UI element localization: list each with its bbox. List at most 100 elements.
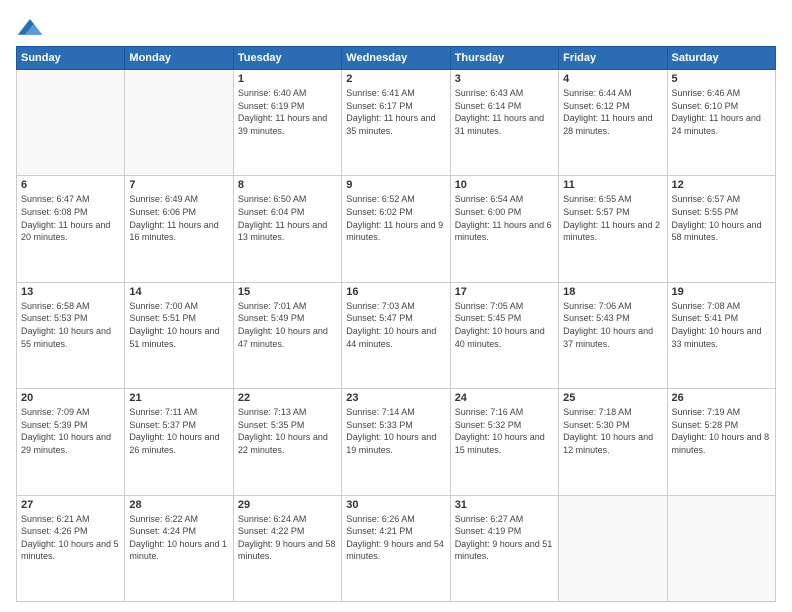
calendar-cell: 7 Sunrise: 6:49 AM Sunset: 6:06 PM Daylig… bbox=[125, 176, 233, 282]
day-detail: Sunrise: 6:41 AM Sunset: 6:17 PM Dayligh… bbox=[346, 87, 445, 137]
calendar-cell: 1Sunrise: 6:40 AM Sunset: 6:19 PM Daylig… bbox=[233, 70, 341, 176]
day-detail: Sunrise: 6:40 AM Sunset: 6:19 PM Dayligh… bbox=[238, 87, 337, 137]
day-number: 2 bbox=[346, 73, 445, 85]
day-detail: Sunrise: 7:03 AM Sunset: 5:47 PM Dayligh… bbox=[346, 300, 445, 350]
day-number: 16 bbox=[346, 286, 445, 298]
day-number: 21 bbox=[129, 392, 228, 404]
calendar-day-header: Wednesday bbox=[342, 47, 450, 70]
day-detail: Sunrise: 6:58 AM Sunset: 5:53 PM Dayligh… bbox=[21, 300, 120, 350]
calendar-week-row: 1Sunrise: 6:40 AM Sunset: 6:19 PM Daylig… bbox=[17, 70, 776, 176]
day-detail: Sunrise: 7:01 AM Sunset: 5:49 PM Dayligh… bbox=[238, 300, 337, 350]
calendar-cell: 15 Sunrise: 7:01 AM Sunset: 5:49 PM Dayli… bbox=[233, 282, 341, 388]
day-number: 14 bbox=[129, 286, 228, 298]
day-number: 19 bbox=[672, 286, 771, 298]
calendar-cell: 20 Sunrise: 7:09 AM Sunset: 5:39 PM Dayli… bbox=[17, 389, 125, 495]
calendar-week-row: 6 Sunrise: 6:47 AM Sunset: 6:08 PM Daylig… bbox=[17, 176, 776, 282]
logo-icon bbox=[16, 12, 44, 40]
day-detail: Sunrise: 6:24 AM Sunset: 4:22 PM Dayligh… bbox=[238, 513, 337, 563]
calendar-cell: 17Sunrise: 7:05 AM Sunset: 5:45 PM Dayli… bbox=[450, 282, 558, 388]
day-number: 11 bbox=[563, 179, 662, 191]
calendar-cell: 10 Sunrise: 6:54 AM Sunset: 6:00 PM Dayli… bbox=[450, 176, 558, 282]
calendar-cell: 19 Sunrise: 7:08 AM Sunset: 5:41 PM Dayli… bbox=[667, 282, 775, 388]
calendar-cell: 3 Sunrise: 6:43 AM Sunset: 6:14 PM Daylig… bbox=[450, 70, 558, 176]
calendar-day-header: Saturday bbox=[667, 47, 775, 70]
day-number: 12 bbox=[672, 179, 771, 191]
calendar-cell: 30Sunrise: 6:26 AM Sunset: 4:21 PM Dayli… bbox=[342, 495, 450, 601]
day-number: 7 bbox=[129, 179, 228, 191]
calendar-cell: 16 Sunrise: 7:03 AM Sunset: 5:47 PM Dayli… bbox=[342, 282, 450, 388]
day-number: 20 bbox=[21, 392, 120, 404]
day-detail: Sunrise: 7:11 AM Sunset: 5:37 PM Dayligh… bbox=[129, 406, 228, 456]
calendar-week-row: 20 Sunrise: 7:09 AM Sunset: 5:39 PM Dayli… bbox=[17, 389, 776, 495]
day-number: 25 bbox=[563, 392, 662, 404]
day-detail: Sunrise: 6:55 AM Sunset: 5:57 PM Dayligh… bbox=[563, 193, 662, 243]
calendar-cell: 4 Sunrise: 6:44 AM Sunset: 6:12 PM Daylig… bbox=[559, 70, 667, 176]
day-number: 26 bbox=[672, 392, 771, 404]
day-number: 31 bbox=[455, 499, 554, 511]
calendar-cell: 12Sunrise: 6:57 AM Sunset: 5:55 PM Dayli… bbox=[667, 176, 775, 282]
day-detail: Sunrise: 7:18 AM Sunset: 5:30 PM Dayligh… bbox=[563, 406, 662, 456]
day-detail: Sunrise: 7:13 AM Sunset: 5:35 PM Dayligh… bbox=[238, 406, 337, 456]
calendar-cell: 31 Sunrise: 6:27 AM Sunset: 4:19 PM Dayli… bbox=[450, 495, 558, 601]
calendar-cell: 21 Sunrise: 7:11 AM Sunset: 5:37 PM Dayli… bbox=[125, 389, 233, 495]
calendar-day-header: Thursday bbox=[450, 47, 558, 70]
calendar-day-header: Sunday bbox=[17, 47, 125, 70]
day-detail: Sunrise: 6:44 AM Sunset: 6:12 PM Dayligh… bbox=[563, 87, 662, 137]
day-detail: Sunrise: 6:27 AM Sunset: 4:19 PM Dayligh… bbox=[455, 513, 554, 563]
calendar-day-header: Tuesday bbox=[233, 47, 341, 70]
day-number: 18 bbox=[563, 286, 662, 298]
calendar-cell: 28 Sunrise: 6:22 AM Sunset: 4:24 PM Dayli… bbox=[125, 495, 233, 601]
day-detail: Sunrise: 6:43 AM Sunset: 6:14 PM Dayligh… bbox=[455, 87, 554, 137]
day-number: 30 bbox=[346, 499, 445, 511]
day-number: 23 bbox=[346, 392, 445, 404]
calendar-cell bbox=[17, 70, 125, 176]
day-number: 22 bbox=[238, 392, 337, 404]
day-detail: Sunrise: 6:49 AM Sunset: 6:06 PM Dayligh… bbox=[129, 193, 228, 243]
day-number: 28 bbox=[129, 499, 228, 511]
day-detail: Sunrise: 7:19 AM Sunset: 5:28 PM Dayligh… bbox=[672, 406, 771, 456]
calendar-cell: 5 Sunrise: 6:46 AM Sunset: 6:10 PM Daylig… bbox=[667, 70, 775, 176]
calendar-cell bbox=[125, 70, 233, 176]
logo bbox=[16, 12, 48, 40]
day-detail: Sunrise: 7:09 AM Sunset: 5:39 PM Dayligh… bbox=[21, 406, 120, 456]
calendar-header-row: SundayMondayTuesdayWednesdayThursdayFrid… bbox=[17, 47, 776, 70]
day-detail: Sunrise: 6:52 AM Sunset: 6:02 PM Dayligh… bbox=[346, 193, 445, 243]
day-number: 3 bbox=[455, 73, 554, 85]
calendar-cell: 23 Sunrise: 7:14 AM Sunset: 5:33 PM Dayli… bbox=[342, 389, 450, 495]
calendar-cell: 24Sunrise: 7:16 AM Sunset: 5:32 PM Dayli… bbox=[450, 389, 558, 495]
day-detail: Sunrise: 7:08 AM Sunset: 5:41 PM Dayligh… bbox=[672, 300, 771, 350]
calendar-table: SundayMondayTuesdayWednesdayThursdayFrid… bbox=[16, 46, 776, 602]
day-detail: Sunrise: 7:00 AM Sunset: 5:51 PM Dayligh… bbox=[129, 300, 228, 350]
day-detail: Sunrise: 6:46 AM Sunset: 6:10 PM Dayligh… bbox=[672, 87, 771, 137]
day-number: 10 bbox=[455, 179, 554, 191]
calendar-cell: 11 Sunrise: 6:55 AM Sunset: 5:57 PM Dayli… bbox=[559, 176, 667, 282]
day-detail: Sunrise: 6:47 AM Sunset: 6:08 PM Dayligh… bbox=[21, 193, 120, 243]
day-number: 6 bbox=[21, 179, 120, 191]
day-number: 8 bbox=[238, 179, 337, 191]
day-number: 24 bbox=[455, 392, 554, 404]
day-number: 27 bbox=[21, 499, 120, 511]
day-detail: Sunrise: 6:54 AM Sunset: 6:00 PM Dayligh… bbox=[455, 193, 554, 243]
day-detail: Sunrise: 6:22 AM Sunset: 4:24 PM Dayligh… bbox=[129, 513, 228, 563]
calendar-cell: 18 Sunrise: 7:06 AM Sunset: 5:43 PM Dayli… bbox=[559, 282, 667, 388]
day-number: 5 bbox=[672, 73, 771, 85]
header bbox=[16, 12, 776, 40]
day-number: 9 bbox=[346, 179, 445, 191]
day-detail: Sunrise: 6:50 AM Sunset: 6:04 PM Dayligh… bbox=[238, 193, 337, 243]
day-number: 15 bbox=[238, 286, 337, 298]
calendar-cell: 29Sunrise: 6:24 AM Sunset: 4:22 PM Dayli… bbox=[233, 495, 341, 601]
day-number: 13 bbox=[21, 286, 120, 298]
day-number: 4 bbox=[563, 73, 662, 85]
calendar-cell: 14 Sunrise: 7:00 AM Sunset: 5:51 PM Dayli… bbox=[125, 282, 233, 388]
calendar-cell: 22 Sunrise: 7:13 AM Sunset: 5:35 PM Dayli… bbox=[233, 389, 341, 495]
calendar-cell: 6 Sunrise: 6:47 AM Sunset: 6:08 PM Daylig… bbox=[17, 176, 125, 282]
calendar-cell: 25 Sunrise: 7:18 AM Sunset: 5:30 PM Dayli… bbox=[559, 389, 667, 495]
calendar-cell: 8 Sunrise: 6:50 AM Sunset: 6:04 PM Daylig… bbox=[233, 176, 341, 282]
calendar-week-row: 27Sunrise: 6:21 AM Sunset: 4:26 PM Dayli… bbox=[17, 495, 776, 601]
calendar-cell: 27Sunrise: 6:21 AM Sunset: 4:26 PM Dayli… bbox=[17, 495, 125, 601]
calendar-cell bbox=[667, 495, 775, 601]
day-detail: Sunrise: 7:05 AM Sunset: 5:45 PM Dayligh… bbox=[455, 300, 554, 350]
calendar-cell: 13 Sunrise: 6:58 AM Sunset: 5:53 PM Dayli… bbox=[17, 282, 125, 388]
day-detail: Sunrise: 7:14 AM Sunset: 5:33 PM Dayligh… bbox=[346, 406, 445, 456]
day-detail: Sunrise: 7:06 AM Sunset: 5:43 PM Dayligh… bbox=[563, 300, 662, 350]
